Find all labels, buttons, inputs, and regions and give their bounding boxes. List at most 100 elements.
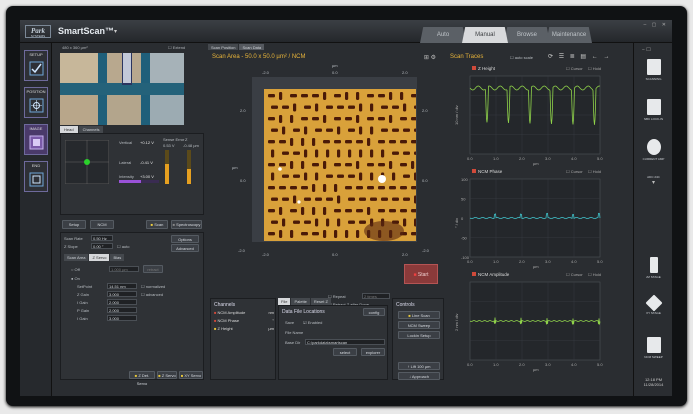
laser-position-plot[interactable] xyxy=(65,140,109,184)
start-scan-button[interactable]: ■ Start xyxy=(404,264,438,284)
explorer-button[interactable]: explorer xyxy=(361,348,385,356)
z-det-servo-button[interactable]: ■ Z Det. Servo xyxy=(129,371,155,386)
trace-x-tick: 1.0 xyxy=(493,156,499,161)
subtab-scan-area[interactable]: Scan Area xyxy=(64,254,89,261)
i-gain-input[interactable]: 2.000 xyxy=(107,299,137,305)
traces-plots[interactable]: Z Height ☐ Cursor ☐ Hold 0.0 1.0 2.0 3.0 4.0 5.0… xyxy=(448,64,630,380)
nav-end-button[interactable]: END xyxy=(24,161,48,192)
z-gain-input[interactable]: 3.000 xyxy=(107,291,137,297)
scan-area-frame[interactable] xyxy=(252,77,417,242)
afm-topography-image[interactable] xyxy=(264,89,416,241)
basedir-input[interactable]: C:\parkdata\smartscan xyxy=(305,339,385,345)
toolbar-minimize-icon[interactable]: − ☐ xyxy=(642,47,651,53)
line-scan-button[interactable]: ■ Line Scan xyxy=(398,311,440,319)
autoscale-checkbox[interactable]: ☐ auto scale xyxy=(510,55,533,60)
nav-setup-button[interactable]: SETUP xyxy=(24,50,48,81)
trace-cursor-label: ☐ Cursor xyxy=(566,272,583,277)
channels-list: ■ NCM Amplitude nm ■ NCM Phase ° ■ Z Height µ… xyxy=(214,310,274,334)
tool-adc[interactable]: ADC 24C ▾ xyxy=(637,175,670,217)
afm-feature xyxy=(282,197,289,201)
app-menu-caret-icon[interactable]: ▾ xyxy=(114,28,117,35)
xy-servo-button[interactable]: ■ XY Servo xyxy=(179,371,203,379)
tool-z-stage[interactable]: ZZ STAGE xyxy=(637,253,670,295)
advanced-checkbox[interactable]: ☐ advanced xyxy=(141,292,163,297)
nav-image-button[interactable]: IMAGE xyxy=(24,124,48,155)
tool-xy-stage[interactable]: XY STAGE xyxy=(637,293,670,335)
afm-particle xyxy=(297,200,301,204)
z-gain-label: Z Gain xyxy=(77,292,90,297)
extend-checkbox[interactable]: ☐ Extend xyxy=(168,45,185,50)
afm-feature xyxy=(414,105,416,109)
setup-button[interactable]: Setup xyxy=(62,220,86,229)
end-icon xyxy=(29,172,44,187)
channel-unit: µm xyxy=(268,326,274,331)
afm-feature xyxy=(279,230,283,238)
p-gain-input[interactable]: 2.000 xyxy=(107,307,137,313)
config-button[interactable]: config xyxy=(363,308,385,316)
scan-mode-button[interactable]: ■ Scan xyxy=(146,220,168,229)
afm-feature xyxy=(389,115,393,123)
mode-ncm-button[interactable]: NCM xyxy=(90,220,114,229)
off-radio[interactable]: ○ Off xyxy=(71,267,80,272)
tab-head[interactable]: Head xyxy=(60,126,78,133)
afm-feature xyxy=(271,197,278,201)
afm-feature xyxy=(326,149,330,158)
window-controls[interactable]: – ▢ ✕ xyxy=(644,22,668,28)
channel-row[interactable]: ■ NCM Phase ° xyxy=(214,318,274,326)
tool-lockin[interactable]: NBC LOCK-IN xyxy=(637,95,670,137)
scan-area-tools-icon[interactable]: ⊞ ⚙ xyxy=(424,54,436,61)
tab-channels[interactable]: Channels xyxy=(78,126,104,133)
tab-palette[interactable]: Palette xyxy=(291,298,310,305)
off-distance-input[interactable]: 1.000 µm xyxy=(109,266,139,272)
tab-manual[interactable]: Manual xyxy=(462,27,508,43)
spectroscopy-button[interactable]: ■ Spectroscopy xyxy=(171,220,202,229)
on-radio[interactable]: ● On xyxy=(71,276,80,281)
advanced-button[interactable]: Advanced xyxy=(171,244,199,252)
afm-feature xyxy=(315,149,319,158)
enabled-checkbox[interactable]: ☑ Enabled xyxy=(303,320,322,325)
lift-button[interactable]: ↑ Lift 100 µm xyxy=(398,362,440,370)
afm-feature xyxy=(282,151,289,155)
normalized-checkbox[interactable]: ☐ normalized xyxy=(141,284,165,289)
afm-feature xyxy=(356,115,360,123)
z-slope-input[interactable]: 0.00 ° xyxy=(91,243,113,249)
lockin-setup-button[interactable]: Lockin Setup xyxy=(398,331,440,339)
repeat-count-input[interactable]: 2 times xyxy=(362,293,390,299)
auto-checkbox[interactable]: ☐ auto xyxy=(117,244,130,249)
tab-reset-z[interactable]: Reset Z xyxy=(310,298,331,305)
afm-feature xyxy=(334,94,341,98)
tab-maintenance[interactable]: Maintenance xyxy=(546,27,592,43)
nav-position-button[interactable]: POSITION xyxy=(24,87,48,118)
options-button[interactable]: Options xyxy=(171,235,199,243)
z-servo-button[interactable]: ■ Z Servo xyxy=(157,371,177,379)
d-gain-input[interactable]: 3.000 xyxy=(107,315,137,321)
trace-toolbar-icons[interactable]: ⟳ ☰ ≣ ▤ ← → xyxy=(548,53,611,60)
d-gain-label: I Gain xyxy=(77,316,88,321)
retract-button[interactable]: retract xyxy=(143,265,163,273)
tab-auto[interactable]: Auto xyxy=(420,27,466,43)
afm-feature xyxy=(345,186,352,190)
afm-feature xyxy=(356,230,360,238)
afm-feature xyxy=(345,117,352,121)
tab-file[interactable]: File xyxy=(278,298,291,305)
setpoint-input[interactable]: 14.51 nm xyxy=(107,283,137,289)
afm-particle xyxy=(378,175,386,183)
channel-row[interactable]: ■ NCM Amplitude nm xyxy=(214,310,274,318)
subtab-z-servo[interactable]: Z Servo xyxy=(89,254,110,261)
tool-current-amp[interactable]: CURRENT AMP xyxy=(637,135,670,177)
tool-ncm-sweep[interactable]: NCM SWEEP xyxy=(637,333,670,375)
afm-feature xyxy=(268,94,275,98)
afm-feature xyxy=(290,230,294,238)
x-tick-top-1: 0.0 xyxy=(332,70,338,75)
approach-button[interactable]: ↓ Approach xyxy=(398,372,440,380)
afm-feature xyxy=(345,209,352,213)
channel-row[interactable]: ■ Z Height µm xyxy=(214,326,274,334)
scan-rate-input[interactable]: 0.50 Hz xyxy=(91,235,113,241)
subtab-bias[interactable]: Bias xyxy=(110,254,125,261)
select-button[interactable]: select xyxy=(333,348,357,356)
channel-unit: ° xyxy=(272,318,274,323)
tool-scanning[interactable]: SCANNING xyxy=(637,55,670,97)
optical-camera-view[interactable] xyxy=(60,53,184,125)
ncm-sweep-button[interactable]: NCM Sweep xyxy=(398,321,440,329)
tab-browse[interactable]: Browse xyxy=(504,27,550,43)
